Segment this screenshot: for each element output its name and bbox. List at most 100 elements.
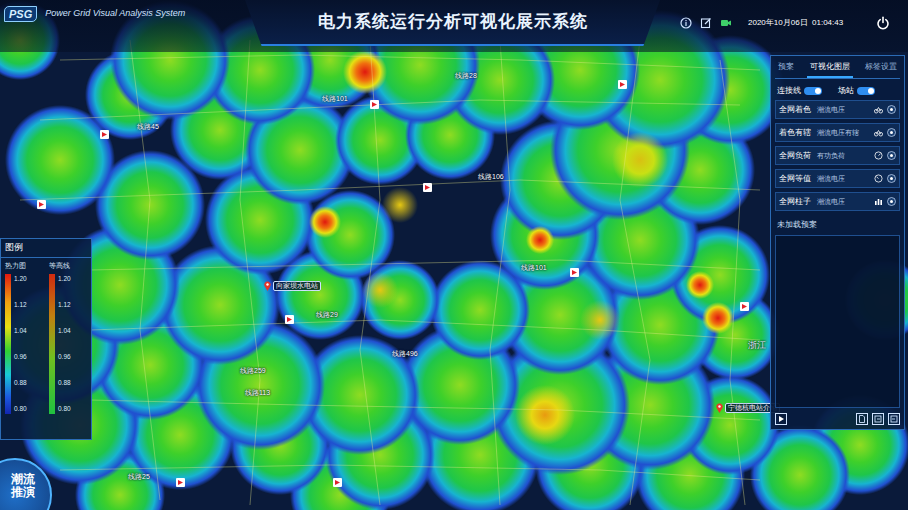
layer-value: 潮流电压有辖 <box>817 128 870 139</box>
color-bar <box>5 274 11 414</box>
info-icon[interactable] <box>680 17 692 29</box>
line-label: 线路259 <box>240 367 266 375</box>
line-label: 线路496 <box>392 350 418 358</box>
layer-item[interactable]: 全网等值潮流电压 <box>775 169 900 188</box>
scale-tick: 1.20 <box>58 274 71 284</box>
visibility-icon[interactable] <box>887 105 896 114</box>
tab-label: 标签设置 <box>865 62 897 71</box>
legend-title: 图例 <box>1 239 91 258</box>
edit-icon[interactable] <box>700 17 712 29</box>
line-label: 线路25 <box>128 473 150 481</box>
station-marker[interactable] <box>570 268 579 277</box>
flow-simulation-label: 潮流推演 <box>11 473 36 499</box>
location-pin-icon <box>264 281 271 291</box>
visibility-icon[interactable] <box>887 174 896 183</box>
station-marker[interactable] <box>176 478 185 487</box>
station-marker[interactable] <box>370 100 379 109</box>
station-marker[interactable] <box>285 315 294 324</box>
plan-list <box>775 235 900 409</box>
tab-label: 可视化图层 <box>810 62 850 71</box>
plan-title: 未加载预案 <box>775 211 900 234</box>
scale-tick: 0.80 <box>58 404 71 414</box>
visibility-icon[interactable] <box>887 151 896 160</box>
play-icon[interactable] <box>775 413 787 425</box>
power-icon[interactable] <box>876 16 890 30</box>
file-icon[interactable] <box>856 413 868 425</box>
label-text: 线路106 <box>478 173 504 180</box>
scale-tick: 1.04 <box>58 326 71 336</box>
color-bar <box>49 274 55 414</box>
legend-scale: 热力图1.201.121.040.960.880.80 <box>1 258 45 418</box>
label-text: 线路28 <box>455 72 477 79</box>
marker-arrow-icon <box>177 479 184 486</box>
station-marker[interactable] <box>37 200 46 209</box>
label-text: 浙江 <box>748 340 766 350</box>
title-panel: 电力系统运行分析可视化展示系统 <box>245 0 660 46</box>
marker-arrow-icon <box>38 201 45 208</box>
toggle-switch[interactable] <box>857 87 875 95</box>
label-text: 线路45 <box>137 123 159 130</box>
visibility-icon[interactable] <box>887 197 896 206</box>
marker-arrow-icon <box>424 184 431 191</box>
station-marker[interactable] <box>100 130 109 139</box>
scale-tick: 0.88 <box>58 378 71 388</box>
legend: 图例 热力图1.201.121.040.960.880.80等高线1.201.1… <box>0 238 92 440</box>
marker-arrow-icon <box>619 81 626 88</box>
station-label[interactable]: 向家坝水电站 <box>264 281 321 291</box>
station-marker[interactable] <box>618 80 627 89</box>
legend-scales: 热力图1.201.121.040.960.880.80等高线1.201.121.… <box>1 258 91 418</box>
import-icon[interactable] <box>888 413 900 425</box>
panel-tab[interactable]: 可视化图层 <box>807 59 853 78</box>
layer-item[interactable]: 着色有辖潮流电压有辖 <box>775 123 900 142</box>
station-marker[interactable] <box>423 183 432 192</box>
toggle-item: 连接线 <box>777 85 822 96</box>
scale-tick: 1.04 <box>14 326 27 336</box>
layer-panel: 预案可视化图层标签设置 连接线场站 全网着色潮流电压着色有辖潮流电压有辖全网负荷… <box>770 55 905 430</box>
layer-item[interactable]: 全网着色潮流电压 <box>775 100 900 119</box>
logo: PSG <box>4 6 37 22</box>
station-marker[interactable] <box>740 302 749 311</box>
camera-icon[interactable] <box>720 17 732 29</box>
panel-tab[interactable]: 预案 <box>775 59 797 78</box>
toggle-label: 连接线 <box>777 85 801 96</box>
visibility-icon[interactable] <box>887 128 896 137</box>
panel-tab[interactable]: 标签设置 <box>862 59 900 78</box>
gauge-icon <box>874 174 883 183</box>
toggle-knob <box>815 88 821 94</box>
layer-item[interactable]: 全网负荷有功负荷 <box>775 146 900 165</box>
station-marker[interactable] <box>333 478 342 487</box>
line-label: 线路45 <box>137 123 159 131</box>
scale-ticks: 1.201.121.040.960.880.80 <box>55 274 71 414</box>
layer-value: 有功负荷 <box>817 151 870 162</box>
date-time: 2020年10月06日 01:04:43 <box>748 17 843 29</box>
layer-name: 全网负荷 <box>779 150 813 161</box>
marker-arrow-icon <box>101 131 108 138</box>
scale-tick: 0.80 <box>14 404 27 414</box>
scale-tick: 0.96 <box>14 352 27 362</box>
export-icon[interactable] <box>872 413 884 425</box>
layer-item[interactable]: 全网柱子潮流电压 <box>775 192 900 211</box>
marker-arrow-icon <box>286 316 293 323</box>
map-view[interactable]: 线路28线路101线路45线路106线路101线路29线路496线路259线路1… <box>0 0 908 510</box>
tab-label: 预案 <box>778 62 794 71</box>
layer-value: 潮流电压 <box>817 197 870 208</box>
brand: PSG Power Grid Visual Analysis System <box>0 0 245 22</box>
location-pin-icon <box>716 403 723 413</box>
plan-actions <box>856 413 900 425</box>
layer-name: 全网等值 <box>779 173 813 184</box>
subtitle: Power Grid Visual Analysis System <box>45 7 185 21</box>
line-label: 线路101 <box>322 95 348 103</box>
line-label: 线路106 <box>478 173 504 181</box>
label-text: 向家坝水电站 <box>273 281 321 291</box>
scale-label: 等高线 <box>49 261 85 272</box>
marker-arrow-icon <box>371 101 378 108</box>
toggle-label: 场站 <box>838 85 854 96</box>
scale-body: 1.201.121.040.960.880.80 <box>5 274 41 414</box>
scale-body: 1.201.121.040.960.880.80 <box>49 274 85 414</box>
label-text: 线路496 <box>392 350 418 357</box>
toggle-switch[interactable] <box>804 87 822 95</box>
label-text: 线路101 <box>521 264 547 271</box>
label-text: 线路25 <box>128 473 150 480</box>
gauge-icon <box>874 151 883 160</box>
layer-list: 全网着色潮流电压着色有辖潮流电压有辖全网负荷有功负荷全网等值潮流电压全网柱子潮流… <box>775 100 900 211</box>
